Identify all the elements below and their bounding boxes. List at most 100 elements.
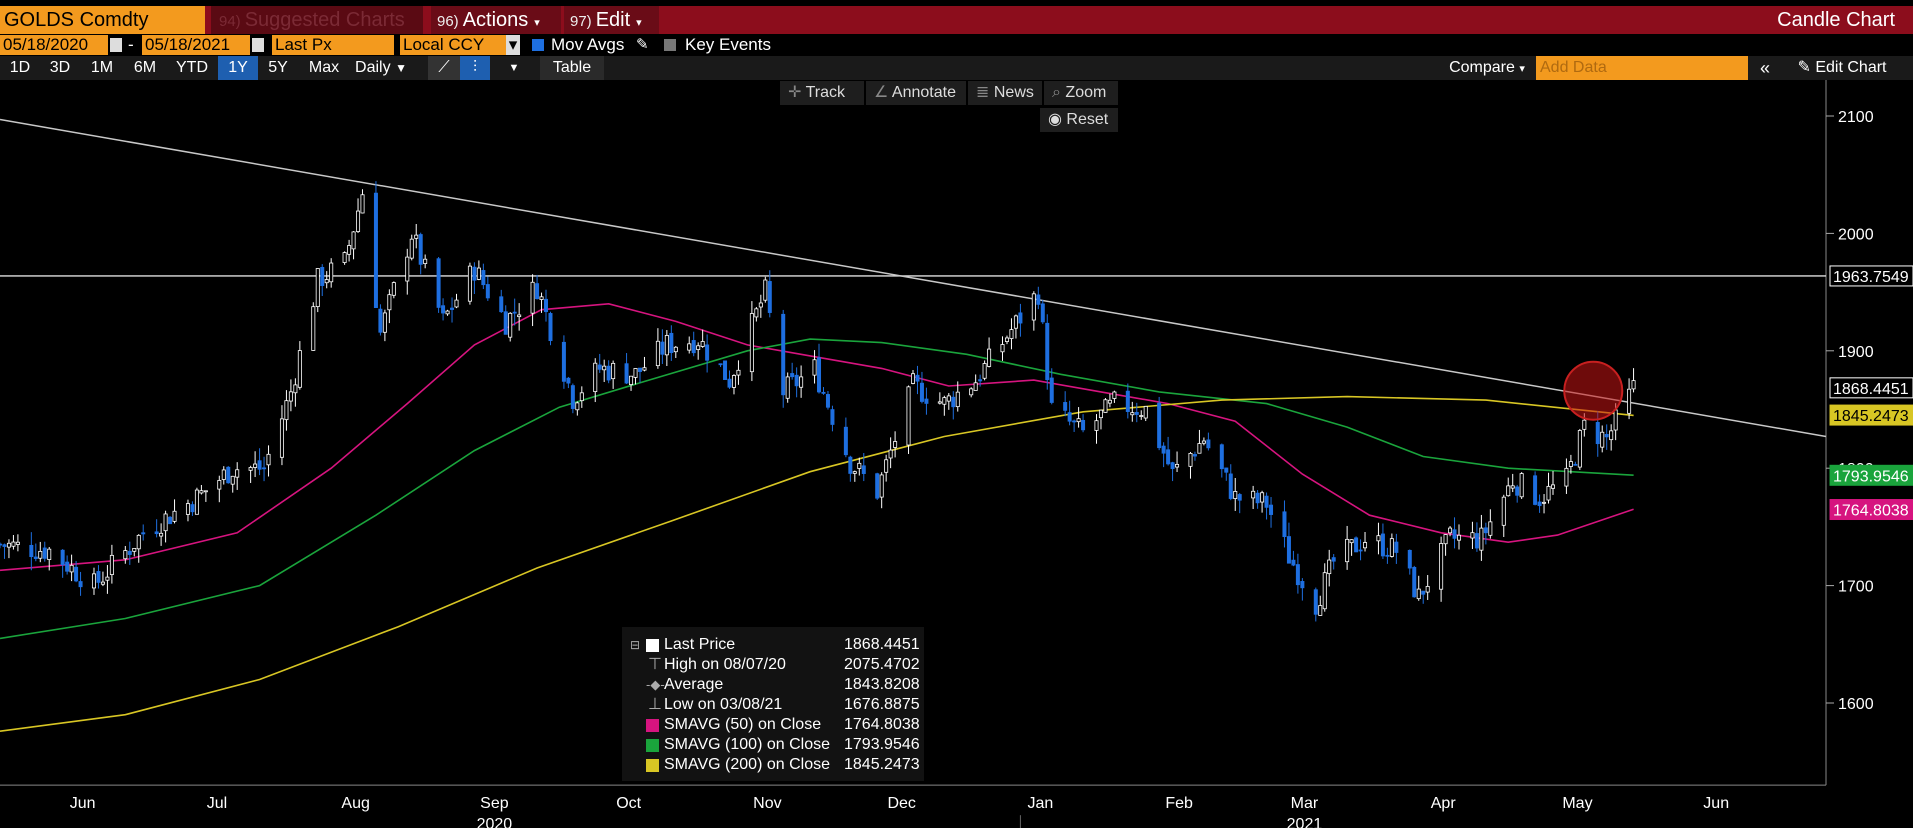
chevron-down-icon[interactable]: ▾ <box>506 35 520 55</box>
year-label: 2020 <box>477 816 513 828</box>
zoom-button[interactable]: ⌕ Zoom <box>1044 81 1118 105</box>
range-button-1d[interactable]: 1D <box>0 56 40 80</box>
candle-down <box>1081 419 1086 431</box>
candle-up <box>387 294 392 311</box>
news-button[interactable]: ≣ News <box>968 81 1042 105</box>
y-tick-label: 2100 <box>1838 109 1874 126</box>
start-date-field[interactable]: 05/18/2020 <box>0 35 108 55</box>
candle-up <box>763 279 768 301</box>
candle-down <box>1313 589 1318 615</box>
calendar-icon[interactable] <box>110 38 122 52</box>
candle-down <box>190 504 195 513</box>
candle-up <box>266 453 271 466</box>
candle-up <box>1501 496 1506 526</box>
range-button-3d[interactable]: 3D <box>40 56 80 80</box>
candle-down <box>127 550 132 555</box>
pencil-icon: ✎ <box>1797 59 1811 76</box>
candle-up <box>324 279 329 284</box>
interval-select[interactable]: Daily ▼ <box>350 56 412 80</box>
annotate-button[interactable]: ∠ Annotate <box>866 81 966 105</box>
suggested-number: 94) <box>219 13 241 30</box>
legend-swatch <box>646 739 659 752</box>
candle-up <box>1582 419 1587 430</box>
price-chart[interactable]: 160017001800190020002100JunJulAugSepOctN… <box>0 80 1913 828</box>
table-button[interactable]: Table <box>540 56 604 80</box>
edit-label: Edit <box>595 9 631 31</box>
legend-row-sma100: SMAVG (100) on Close 1793.9546 <box>622 735 924 755</box>
candle-down <box>78 581 83 588</box>
candle-up <box>642 367 647 371</box>
reset-button[interactable]: ◉ Reset <box>1040 108 1118 132</box>
candle-up <box>1550 484 1555 489</box>
range-button-1y[interactable]: 1Y <box>218 56 258 80</box>
legend-row-sma50: SMAVG (50) on Close 1764.8038 <box>622 715 924 735</box>
candle-down <box>1045 322 1050 381</box>
pencil-icon[interactable]: ✎ <box>636 34 649 56</box>
candle-up <box>1175 463 1180 468</box>
average-marker-icon: -◆- <box>646 677 665 692</box>
candle-chart-icon[interactable]: ⫶ <box>460 56 490 80</box>
track-button[interactable]: ✛ Track <box>780 81 864 105</box>
price-field-select[interactable]: Last Px <box>272 35 394 55</box>
suggested-charts-menu[interactable]: 94) Suggested Charts <box>211 6 423 34</box>
candle-up <box>293 384 298 394</box>
news-label: News <box>993 84 1034 101</box>
candle-down <box>1412 566 1417 598</box>
candle-down <box>1269 504 1274 515</box>
add-data-input[interactable]: Add Data <box>1536 56 1748 80</box>
collapse-icon[interactable]: ⊟ <box>630 635 640 655</box>
candle-up <box>749 313 754 373</box>
candle-up <box>973 382 978 391</box>
edit-chart-button[interactable]: ✎ Edit Chart <box>1780 56 1904 80</box>
candle-up <box>731 375 736 388</box>
double-chevron-left-icon[interactable]: « <box>1754 56 1776 80</box>
candle-down <box>821 391 826 394</box>
candle-up <box>235 469 240 478</box>
candle-up <box>1251 490 1256 499</box>
range-button-5y[interactable]: 5Y <box>258 56 298 80</box>
key-events-checkbox[interactable] <box>664 39 676 51</box>
range-button-1m[interactable]: 1M <box>80 56 124 80</box>
compare-select[interactable]: Compare ▾ <box>1440 56 1534 80</box>
candle-up <box>1349 539 1354 544</box>
x-tick-label: Apr <box>1431 795 1457 812</box>
edit-menu[interactable]: 97) Edit ▾ <box>564 6 659 34</box>
candle-down <box>262 467 267 470</box>
candle-up <box>1470 532 1475 539</box>
mov-avgs-checkbox[interactable] <box>532 39 544 51</box>
range-button-ytd[interactable]: YTD <box>166 56 218 80</box>
candle-up <box>109 554 114 575</box>
price-label: 1793.9546 <box>1833 468 1909 485</box>
legend-label: High on 08/07/20 <box>664 656 786 673</box>
currency-select[interactable]: Local CCY <box>400 35 506 55</box>
end-date-field[interactable]: 05/18/2021 <box>142 35 250 55</box>
x-tick-label: Jan <box>1028 795 1054 812</box>
chevron-down-icon[interactable]: ▼ <box>500 56 528 80</box>
x-tick-label: Jun <box>1703 795 1729 812</box>
candle-up <box>539 296 544 300</box>
range-button-6m[interactable]: 6M <box>124 56 166 80</box>
date-bar: 05/18/2020 - 05/18/2021 Last Px Local CC… <box>0 34 1913 56</box>
highlight-circle <box>1563 360 1624 421</box>
legend-row-high: ⊤ High on 08/07/20 2075.4702 <box>622 655 924 675</box>
candle-up <box>1631 380 1636 390</box>
candle-up <box>758 302 763 308</box>
line-chart-icon[interactable]: ⟋ <box>428 56 460 80</box>
calendar-icon[interactable] <box>252 38 264 52</box>
candle-down <box>767 281 772 313</box>
candle-up <box>454 299 459 308</box>
candle-up <box>342 252 347 263</box>
x-tick-label: Sep <box>480 795 509 812</box>
candle-up <box>1107 399 1112 404</box>
candle-down <box>1018 312 1023 324</box>
candle-up <box>172 510 177 522</box>
candle-down <box>1237 494 1242 501</box>
candle-up <box>1577 430 1582 468</box>
range-button-max[interactable]: Max <box>298 56 350 80</box>
legend-value: 1843.8208 <box>844 676 920 693</box>
candle-down <box>705 344 710 361</box>
legend-row-average: -◆- Average 1843.8208 <box>622 675 924 695</box>
candle-down <box>1394 541 1399 553</box>
ticker-field[interactable]: GOLDS Comdty <box>0 6 205 34</box>
actions-menu[interactable]: 96) Actions ▾ <box>431 6 561 34</box>
